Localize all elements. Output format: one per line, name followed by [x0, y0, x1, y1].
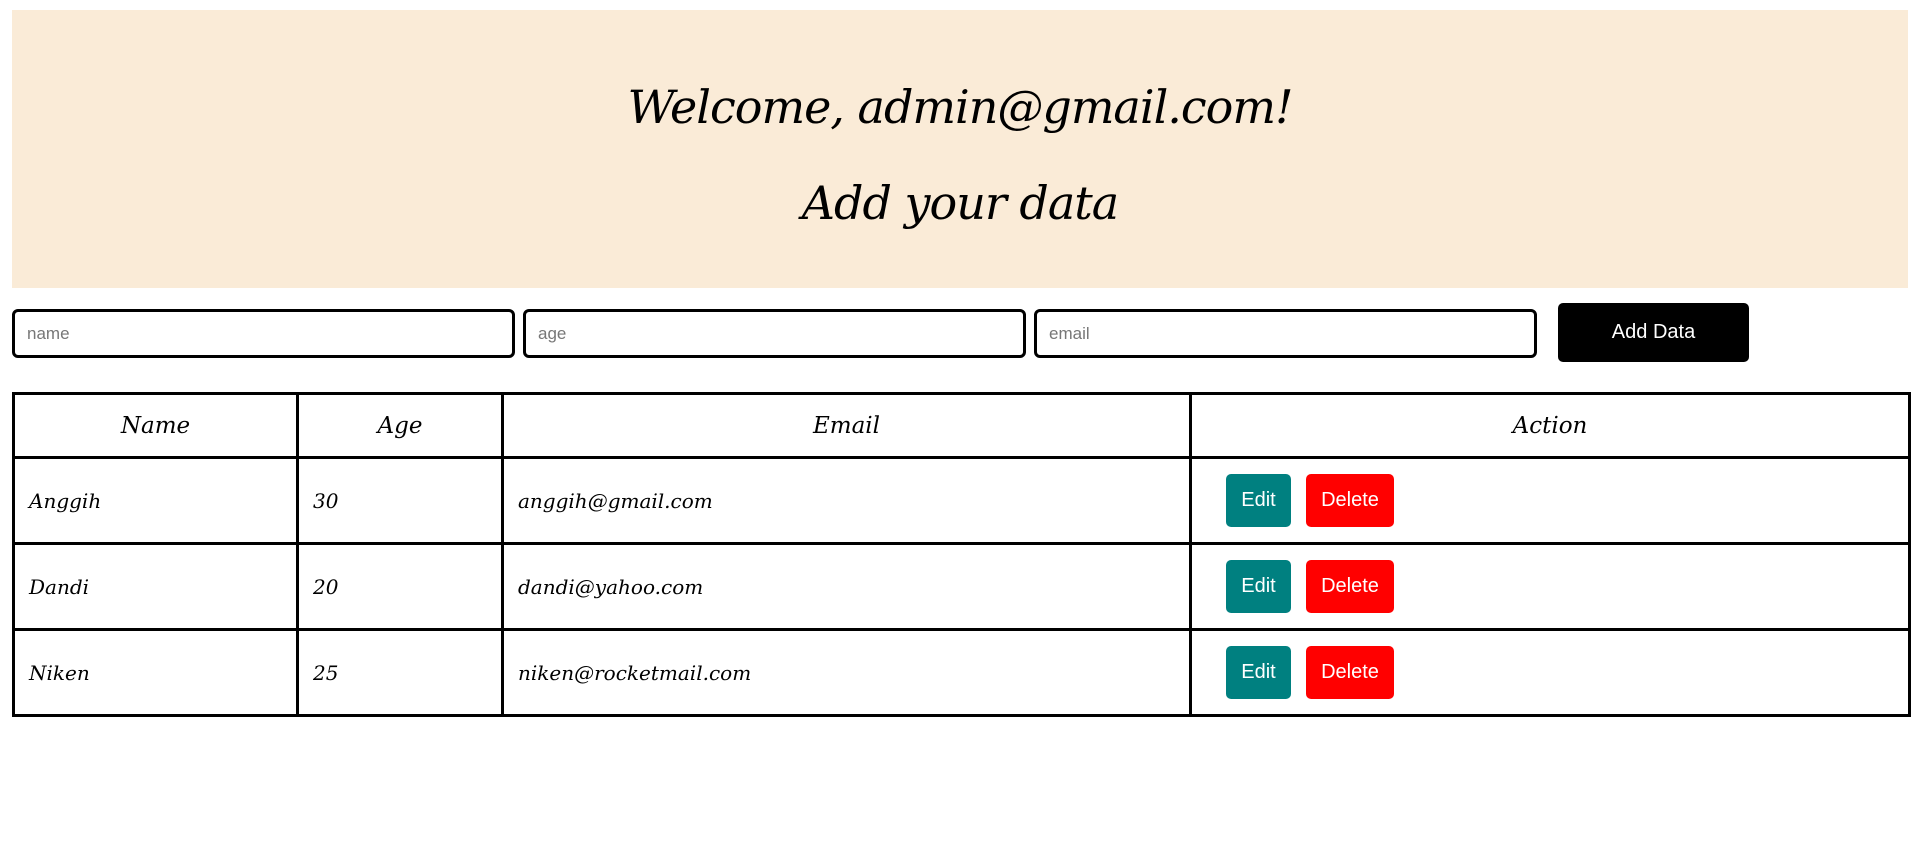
edit-button[interactable]: Edit	[1226, 560, 1291, 613]
table-row: Dandi 20 dandi@yahoo.com Edit Delete	[12, 542, 1911, 631]
cell-email: niken@rocketmail.com	[501, 628, 1192, 717]
welcome-heading: Welcome, admin@gmail.com!	[627, 80, 1294, 134]
delete-button[interactable]: Delete	[1306, 646, 1394, 699]
column-header-action: Action	[1189, 392, 1911, 459]
cell-actions: Edit Delete	[1189, 456, 1911, 545]
edit-button[interactable]: Edit	[1226, 474, 1291, 527]
delete-button[interactable]: Delete	[1306, 560, 1394, 613]
table-row: Anggih 30 anggih@gmail.com Edit Delete	[12, 456, 1911, 545]
cell-name: Anggih	[12, 456, 299, 545]
table-row: Niken 25 niken@rocketmail.com Edit Delete	[12, 628, 1911, 717]
name-input[interactable]	[12, 309, 515, 358]
cell-actions: Edit Delete	[1189, 542, 1911, 631]
email-input[interactable]	[1034, 309, 1537, 358]
cell-age: 25	[296, 628, 504, 717]
cell-age: 20	[296, 542, 504, 631]
add-data-button[interactable]: Add Data	[1558, 303, 1749, 362]
column-header-age: Age	[296, 392, 504, 459]
delete-button[interactable]: Delete	[1306, 474, 1394, 527]
cell-age: 30	[296, 456, 504, 545]
table-header-row: Name Age Email Action	[12, 392, 1911, 459]
add-data-heading: Add your data	[801, 176, 1119, 230]
cell-email: anggih@gmail.com	[501, 456, 1192, 545]
cell-name: Niken	[12, 628, 299, 717]
column-header-name: Name	[12, 392, 299, 459]
data-table: Name Age Email Action Anggih 30 anggih@g…	[12, 392, 1911, 717]
cell-actions: Edit Delete	[1189, 628, 1911, 717]
age-input[interactable]	[523, 309, 1026, 358]
welcome-banner: Welcome, admin@gmail.com! Add your data	[12, 10, 1908, 288]
column-header-email: Email	[501, 392, 1192, 459]
edit-button[interactable]: Edit	[1226, 646, 1291, 699]
cell-name: Dandi	[12, 542, 299, 631]
cell-email: dandi@yahoo.com	[501, 542, 1192, 631]
